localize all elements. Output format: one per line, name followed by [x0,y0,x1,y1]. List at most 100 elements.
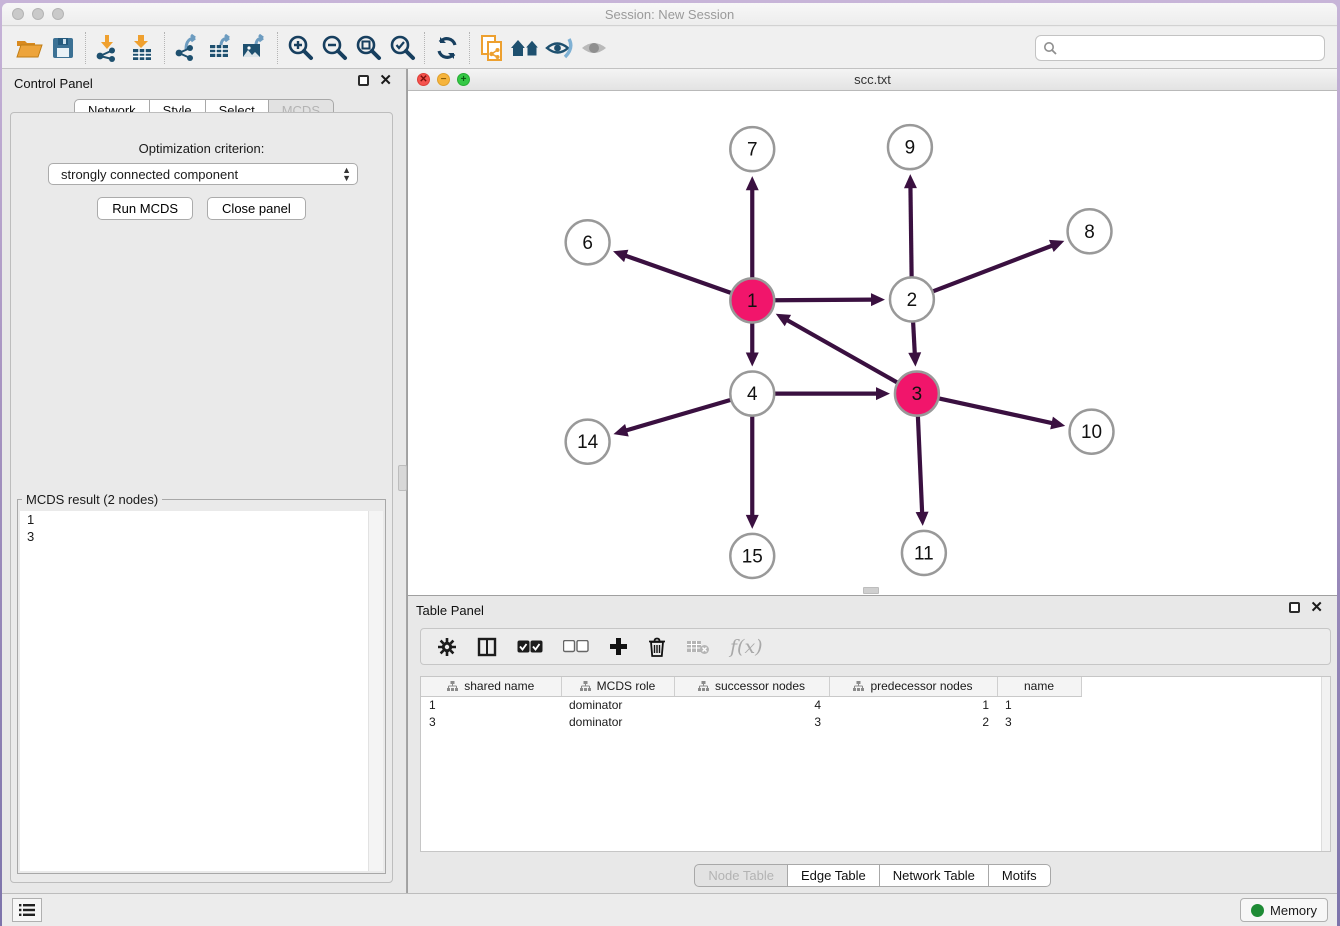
close-panel-icon[interactable]: ✕ [379,75,392,86]
toolbar-separator [424,32,425,64]
table-toolbar: f(x) [420,628,1331,665]
zoom-fit-icon[interactable] [351,31,385,65]
mcds-tab-content: Optimization criterion: strongly connect… [10,112,393,883]
table-row[interactable]: 3dominator323 [421,713,1097,730]
hide-selected-icon[interactable] [543,31,577,65]
refresh-network-icon[interactable] [430,31,464,65]
criterion-value: strongly connected component [61,167,238,182]
show-all-icon[interactable] [577,31,611,65]
close-table-panel-icon[interactable]: ✕ [1310,602,1323,613]
edge-3-10[interactable] [938,398,1053,423]
column-header-name[interactable]: name [997,677,1081,696]
zoom-out-icon[interactable] [317,31,351,65]
memory-button[interactable]: Memory [1240,898,1328,922]
hierarchy-icon [447,681,458,691]
vertical-split-handle[interactable] [398,465,407,491]
horizontal-split-handle[interactable] [863,587,879,594]
select-all-icon[interactable] [517,640,543,653]
tab-motifs[interactable]: Motifs [988,864,1051,887]
task-history-button[interactable] [12,898,42,922]
close-panel-button[interactable]: Close panel [207,197,306,220]
table-scrollbar[interactable] [1321,677,1330,851]
tab-node-table[interactable]: Node Table [694,864,788,887]
node-label-9: 9 [905,138,916,159]
column-header-successor-nodes[interactable]: successor nodes [674,677,829,696]
node-label-14: 14 [577,432,598,453]
control-panel-title: Control Panel [14,76,93,91]
show-columns-icon[interactable] [477,637,497,657]
export-table-icon[interactable] [204,31,238,65]
edge-3-11[interactable] [918,416,922,514]
hierarchy-icon [853,681,864,691]
column-header-shared-name[interactable]: shared name [421,677,561,696]
edge-arrowhead [916,512,929,526]
criterion-dropdown[interactable]: strongly connected component ▲▼ [48,163,358,185]
toolbar-separator [85,32,86,64]
edge-arrowhead [1050,417,1065,430]
edge-2-3[interactable] [913,321,915,354]
delete-table-icon [686,639,710,655]
network-window-titlebar: ✕ − + scc.txt [408,69,1337,91]
application-window: Session: New Session [2,3,1337,926]
node-label-4: 4 [747,384,758,405]
memory-label: Memory [1270,903,1317,918]
edge-1-6[interactable] [624,255,731,293]
edge-arrowhead [613,424,628,437]
edge-2-8[interactable] [932,245,1053,291]
tab-edge-table[interactable]: Edge Table [787,864,880,887]
edge-arrowhead [871,293,885,306]
tab-network-table[interactable]: Network Table [879,864,989,887]
hierarchy-icon [698,681,709,691]
import-table-icon[interactable] [125,31,159,65]
import-network-icon[interactable] [91,31,125,65]
table-panel-tabs: Node TableEdge TableNetwork TableMotifs [694,864,1050,887]
column-header-MCDS-role[interactable]: MCDS role [561,677,674,696]
settings-gear-icon[interactable] [437,637,457,657]
export-network-icon[interactable] [170,31,204,65]
export-image-icon[interactable] [238,31,272,65]
float-panel-icon[interactable] [358,75,369,86]
zoom-in-icon[interactable] [283,31,317,65]
node-label-3: 3 [912,384,923,405]
toolbar-separator [469,32,470,64]
open-session-icon[interactable] [12,31,46,65]
node-label-11: 11 [914,543,934,564]
mcds-result-list[interactable]: 13 [20,511,383,871]
session-title: Session: New Session [2,7,1337,22]
float-table-panel-icon[interactable] [1289,602,1300,613]
optimization-criterion-label: Optimization criterion: [11,141,392,156]
column-header-predecessor-nodes[interactable]: predecessor nodes [829,677,997,696]
edge-arrowhead [904,174,917,188]
edge-1-2[interactable] [774,300,873,301]
clone-network-icon[interactable] [475,31,509,65]
result-line: 3 [20,528,383,545]
control-panel: Control Panel ✕ NetworkStyleSelectMCDS O… [2,69,407,893]
search-icon [1043,41,1057,55]
search-field[interactable] [1035,35,1325,61]
deselect-all-icon[interactable] [563,640,589,653]
toolbar-separator [277,32,278,64]
network-canvas[interactable]: 7968124314101511 [408,91,1337,595]
edge-arrowhead [746,176,759,190]
delete-column-icon[interactable] [648,637,666,657]
edge-3-1[interactable] [786,320,898,383]
node-label-8: 8 [1084,222,1095,243]
search-input[interactable] [1057,41,1324,56]
save-session-icon[interactable] [46,31,80,65]
edge-arrowhead [613,250,628,262]
edge-arrowhead [908,352,921,366]
memory-status-icon [1251,904,1264,917]
result-scrollbar[interactable] [368,511,383,871]
node-label-1: 1 [747,291,758,312]
node-label-7: 7 [747,140,758,161]
node-label-10: 10 [1081,422,1102,443]
add-column-icon[interactable] [609,637,628,656]
zoom-selected-icon[interactable] [385,31,419,65]
list-icon [19,903,35,917]
toolbar-separator [164,32,165,64]
run-mcds-button[interactable]: Run MCDS [97,197,193,220]
edge-4-14[interactable] [625,400,731,431]
first-neighbors-icon[interactable] [509,31,543,65]
table-row[interactable]: 1dominator411 [421,696,1097,713]
edge-2-9[interactable] [910,186,911,277]
